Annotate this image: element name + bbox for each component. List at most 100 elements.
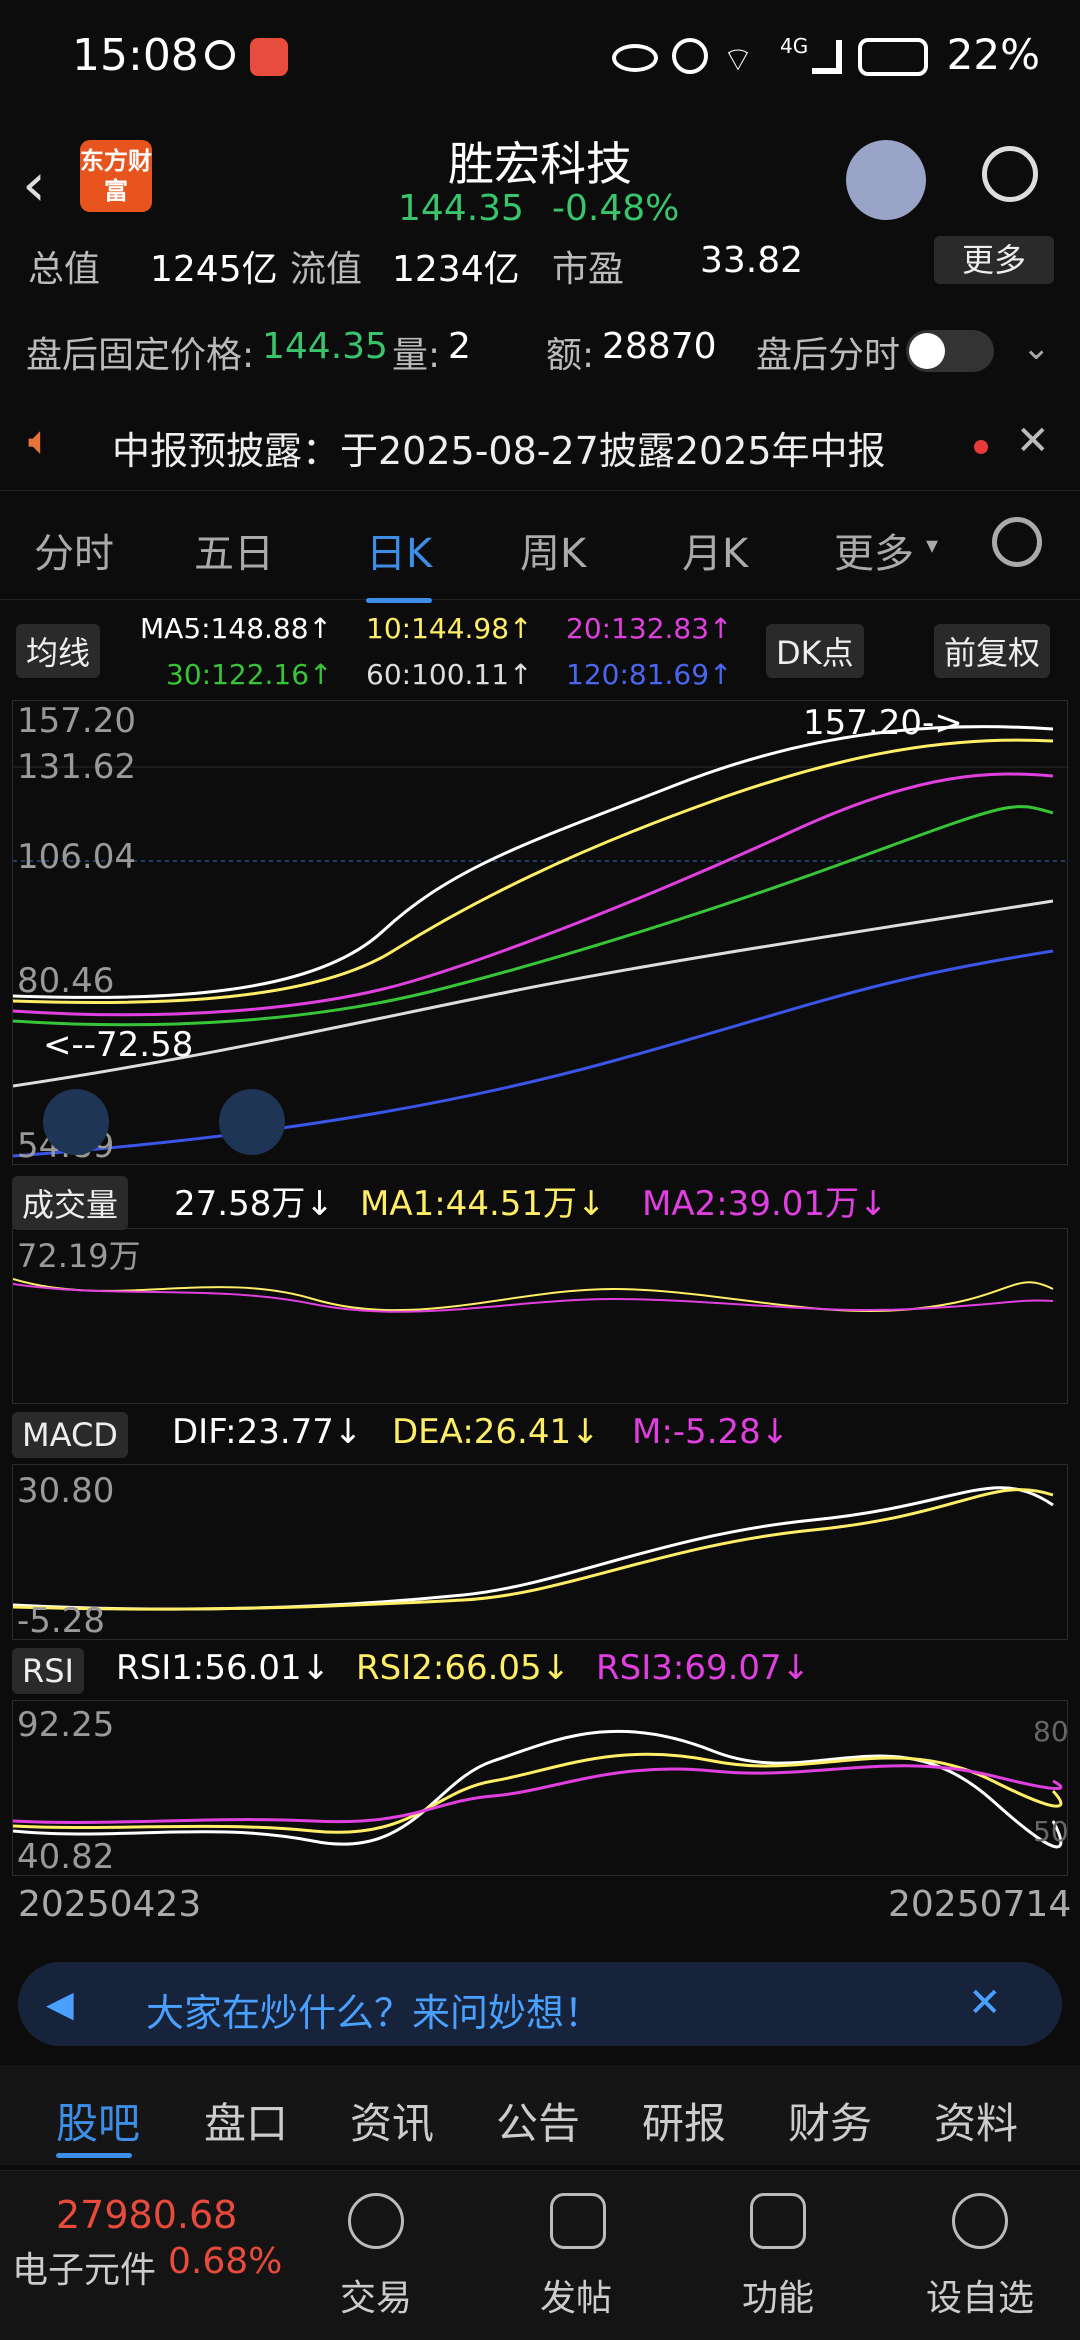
kline-svg <box>12 725 1069 1158</box>
bottom-tabs: 股吧 盘口 资讯 公告 研报 财务 资料 <box>0 2065 1080 2165</box>
macd-tick-bottom: -5.28 <box>17 1601 105 1641</box>
robot-assistant-icon[interactable] <box>846 140 926 220</box>
notice-bar[interactable]: 🔈︎ 中报预披露：于2025-08-27披露2025年中报 ✕ <box>0 410 1080 480</box>
ma60-value: 60:100.11↑ <box>366 658 533 691</box>
adjust-button[interactable]: 前复权 <box>934 624 1051 678</box>
fullscreen-icon[interactable] <box>219 1089 285 1155</box>
ma20-value: 20:132.83↑ <box>566 612 733 645</box>
ma120-value: 120:81.69↑ <box>566 658 733 691</box>
rsi-tick-top: 92.25 <box>17 1705 115 1745</box>
rsi-chart[interactable]: 92.25 40.82 80 50 <box>12 1700 1069 1877</box>
volume-type-selector[interactable]: 成交量 <box>12 1176 129 1230</box>
tab-daily-k[interactable]: 日K <box>366 521 433 603</box>
app-notification-icon <box>205 40 235 70</box>
ask-banner-text: 大家在炒什么？来问妙想！ <box>146 1991 603 2035</box>
tab-research[interactable]: 研报 <box>642 2090 726 2151</box>
index-name[interactable]: 电子元件 <box>12 2241 156 2293</box>
search-icon[interactable] <box>982 146 1038 202</box>
macd-legend: MACD DIF:23.77↓ DEA:26.41↓ M:-5.28↓ <box>0 1408 1080 1462</box>
macd-dif: DIF:23.77↓ <box>172 1412 363 1452</box>
post-label[interactable]: 发帖 <box>540 2269 612 2321</box>
bottom-dock: 27980.68 电子元件 0.68% 交易 发帖 功能 设自选 <box>0 2170 1080 2340</box>
macd-m: M:-5.28↓ <box>632 1412 790 1452</box>
alarm-icon <box>672 38 708 74</box>
unread-dot <box>974 440 988 454</box>
after-hours-intraday-label: 盘后分时 <box>756 335 901 376</box>
trade-label[interactable]: 交易 <box>340 2269 412 2321</box>
tab-announcements[interactable]: 公告 <box>496 2090 580 2151</box>
ma10-value: 10:144.98↑ <box>366 612 533 645</box>
float-value: 1234亿 <box>392 249 520 290</box>
active-tab-indicator <box>56 2153 132 2158</box>
rsi2-value: RSI2:66.05↓ <box>356 1648 571 1688</box>
rsi-type-selector[interactable]: RSI <box>12 1648 84 1694</box>
expand-arrows-icon[interactable] <box>43 1089 109 1155</box>
tab-pankou[interactable]: 盘口 <box>204 2090 288 2151</box>
index-change: 0.68% <box>168 2241 283 2282</box>
y-tick-131: 131.62 <box>17 747 136 787</box>
period-tabs: 分时 五日 日K 周K 月K 更多 ▾ <box>0 490 1080 603</box>
high-price-marker: 157.20-> <box>803 703 963 743</box>
status-time: 15:08 <box>72 30 199 81</box>
rsi1-value: RSI1:56.01↓ <box>116 1648 331 1688</box>
fixed-price-label: 盘后固定价格: <box>26 335 255 376</box>
chevron-down-icon[interactable]: ⌄ <box>1022 328 1051 368</box>
volume-value: 2 <box>448 326 471 367</box>
rsi-tick-bottom: 40.82 <box>17 1837 115 1877</box>
tab-more[interactable]: 更多 <box>834 521 914 579</box>
tab-news[interactable]: 资讯 <box>350 2090 434 2151</box>
after-hours-toggle[interactable] <box>906 330 994 372</box>
more-button[interactable]: 更多 <box>934 236 1054 284</box>
huawei-app-icon <box>250 38 288 76</box>
tab-profile[interactable]: 资料 <box>934 2090 1018 2151</box>
battery-percent: 22% <box>946 30 1040 79</box>
volume-svg <box>12 1278 1054 1313</box>
function-grid-icon[interactable] <box>750 2193 806 2249</box>
rsi3-value: RSI3:69.07↓ <box>596 1648 811 1688</box>
tab-finance[interactable]: 财务 <box>788 2090 872 2151</box>
tab-five-day[interactable]: 五日 <box>194 521 274 579</box>
volume-label: 量: <box>392 335 441 376</box>
end-date: 20250714 <box>888 1884 1072 1925</box>
stats-row: 总值 1245亿 流值 1234亿 市盈 33.82 更多 <box>0 236 1080 290</box>
ma-type-selector[interactable]: 均线 <box>16 624 101 678</box>
toggle-knob <box>909 333 945 369</box>
add-watch-icon[interactable] <box>952 2193 1008 2249</box>
macd-type-selector[interactable]: MACD <box>12 1412 128 1458</box>
pe-label: 市盈 <box>552 249 625 290</box>
caret-down-icon: ▾ <box>926 531 939 559</box>
settings-gear-icon[interactable] <box>992 517 1042 567</box>
rsi-level-80: 80 <box>1033 1715 1069 1748</box>
index-value: 27980.68 <box>56 2193 238 2237</box>
amount-label: 额: <box>546 335 595 376</box>
macd-svg <box>12 1486 1054 1611</box>
dk-point-button[interactable]: DK点 <box>766 624 864 678</box>
macd-chart[interactable]: 30.80 -5.28 <box>12 1464 1068 1641</box>
start-date: 20250423 <box>18 1884 202 1925</box>
tab-monthly-k[interactable]: 月K <box>682 521 748 579</box>
ask-banner[interactable]: ◀ 大家在炒什么？来问妙想！ ✕ <box>18 1962 1062 2046</box>
tab-intraday[interactable]: 分时 <box>34 521 114 579</box>
post-edit-icon[interactable] <box>550 2193 606 2249</box>
rsi-level-50: 50 <box>1033 1815 1069 1848</box>
macd-dea: DEA:26.41↓ <box>392 1412 600 1452</box>
close-banner-icon[interactable]: ✕ <box>968 1980 1002 2026</box>
function-label[interactable]: 功能 <box>742 2269 814 2321</box>
status-bar: 15:08 ⌔ 4G 22% <box>0 0 1080 120</box>
volume-value: 27.58万↓ <box>174 1184 334 1224</box>
volume-ma1: MA1:44.51万↓ <box>360 1184 606 1224</box>
tab-weekly-k[interactable]: 周K <box>520 521 586 579</box>
y-tick-157: 157.20 <box>17 701 136 741</box>
float-value-label: 流值 <box>290 249 363 290</box>
tab-guba[interactable]: 股吧 <box>56 2090 140 2151</box>
rsi-legend: RSI RSI1:56.01↓ RSI2:66.05↓ RSI3:69.07↓ <box>0 1644 1080 1698</box>
kline-chart[interactable]: 157.20 131.62 106.04 80.46 54.89 157.20-… <box>12 700 1069 1166</box>
add-watch-label[interactable]: 设自选 <box>926 2269 1034 2321</box>
pe-value: 33.82 <box>700 240 804 281</box>
volume-chart[interactable]: 72.19万 <box>12 1228 1068 1404</box>
volume-legend: 成交量 27.58万↓ MA1:44.51万↓ MA2:39.01万↓ <box>0 1172 1080 1230</box>
total-value-label: 总值 <box>28 249 101 290</box>
eye-icon <box>612 44 658 72</box>
close-icon[interactable]: ✕ <box>1016 418 1050 464</box>
trade-yen-icon[interactable] <box>348 2193 404 2249</box>
